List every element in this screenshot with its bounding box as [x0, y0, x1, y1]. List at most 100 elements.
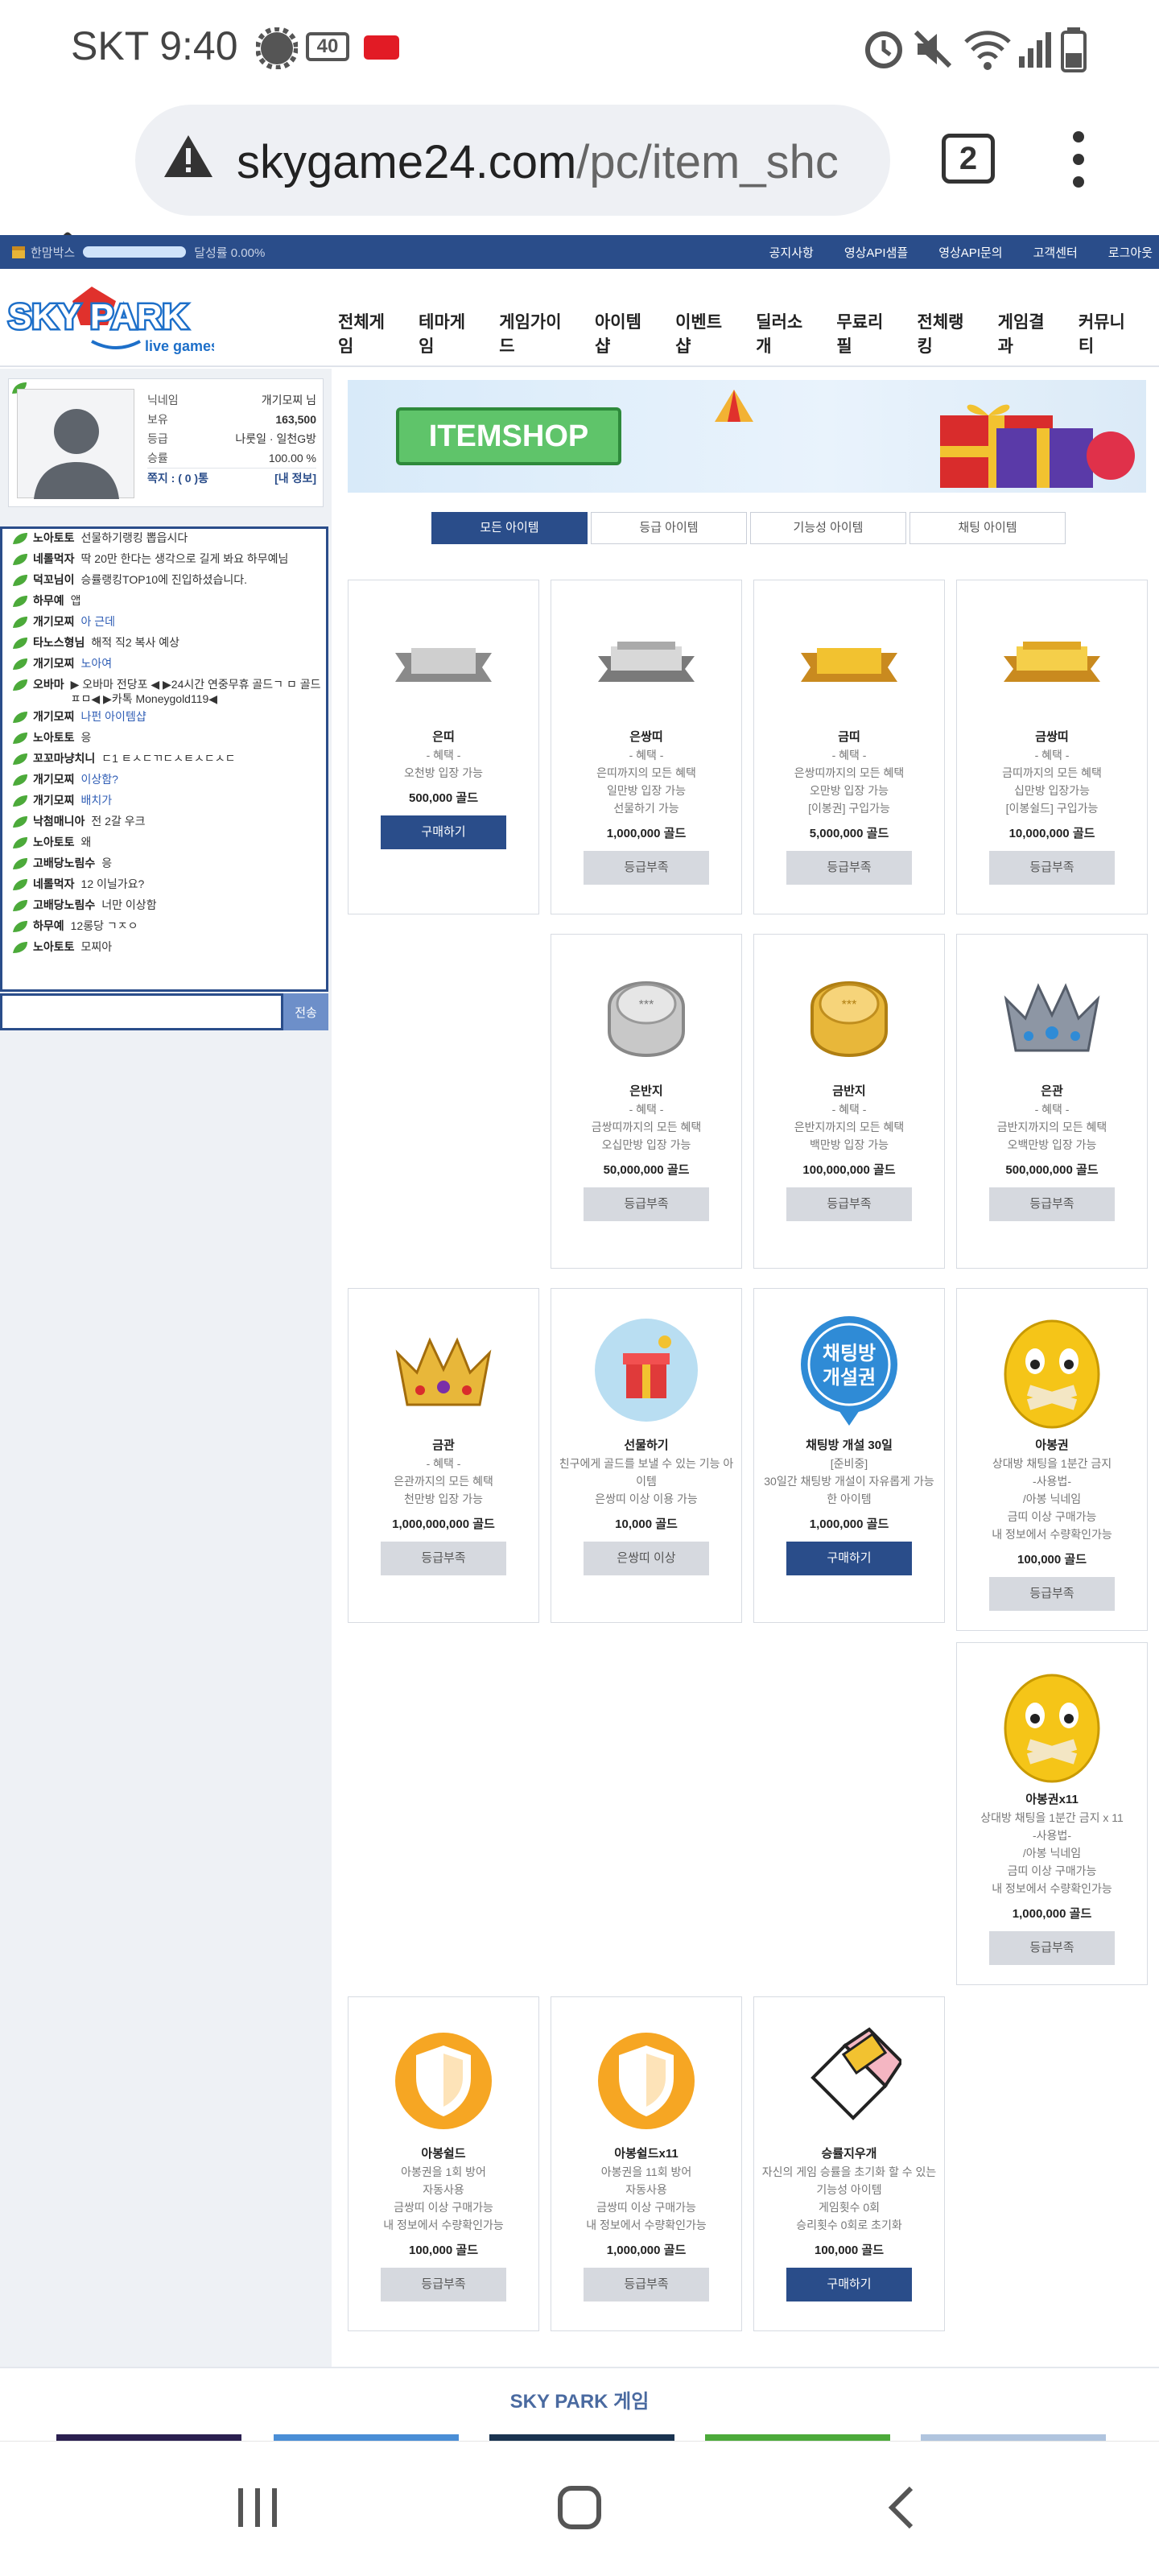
insufficient-grade-button[interactable]: 등급부족: [381, 1542, 506, 1575]
menu-community[interactable]: 커뮤니티: [1079, 309, 1138, 357]
item-price: 100,000 골드: [1017, 1553, 1087, 1567]
item-card: 아봉권x11 상대방 채팅을 1분간 금지 x 11 -사용법- /아봉 닉네임 …: [956, 1642, 1148, 1985]
chat-nickname[interactable]: 타노스형님: [33, 635, 85, 650]
item-card: *** 금반지 - 혜택 - 은반지까지의 모든 혜택 백만방 입장 가능 100,0…: [753, 934, 945, 1269]
item-price: 100,000 골드: [815, 2244, 884, 2257]
chat-nickname[interactable]: 네롤먹자: [33, 877, 75, 891]
profile-row-nickname: 닉네임 개기모찌 님: [147, 394, 316, 407]
shield-icon: [349, 1997, 538, 2140]
insufficient-grade-button[interactable]: 등급부족: [584, 1187, 709, 1221]
profile-info: 닉네임 개기모찌 님 보유 163,500 등급 나룻일 · 일천G방 승률 100.0…: [147, 390, 316, 487]
url-text[interactable]: skygame24.com/pc/item_shc: [237, 135, 837, 189]
insufficient-grade-button[interactable]: 등급부족: [381, 2268, 506, 2301]
insufficient-grade-button[interactable]: 등급부족: [786, 1187, 912, 1221]
chat-line: 꼬꼬마냥치니 ㄷ1 ㅌㅅㄷㄲㄷㅅㅌㅅㄷㅅㄷ: [2, 749, 326, 770]
insufficient-grade-button[interactable]: 등급부족: [989, 1577, 1115, 1611]
insufficient-grade-button[interactable]: 등급부족: [584, 851, 709, 885]
warning-icon[interactable]: [163, 132, 214, 180]
chat-line: 노아토토 모찌아: [2, 938, 326, 959]
home-button-icon[interactable]: [555, 2483, 604, 2532]
item-card: 아봉쉴드x11 아봉권을 11회 방어 자동사용 금쌍띠 이상 구매가능 내 정보…: [551, 1996, 742, 2331]
buy-button[interactable]: 구매하기: [381, 815, 506, 849]
chat-message: 해적 직2 복사 예상: [91, 636, 180, 649]
link-notice[interactable]: 공지사항: [769, 244, 814, 261]
chat-nickname[interactable]: 하무예: [33, 919, 64, 933]
insufficient-grade-button[interactable]: 등급부족: [989, 851, 1115, 885]
insufficient-grade-button[interactable]: 등급부족: [989, 1187, 1115, 1221]
item-description: 자신의 게임 승률을 초기화 할 수 있는 기능성 아이템 게임횟수 0회 승리…: [761, 2165, 937, 2231]
footer-section-title: SKY PARK 게임: [0, 2367, 1159, 2434]
game-thumbnail-strip[interactable]: [0, 2434, 1159, 2441]
chat-nickname[interactable]: 네롤먹자: [33, 551, 75, 566]
svg-text:개설권: 개설권: [823, 1367, 876, 1389]
recent-apps-icon[interactable]: [233, 2483, 282, 2532]
box-label[interactable]: 한맘박스: [31, 244, 75, 261]
link-logout[interactable]: 로그아웃: [1108, 244, 1153, 261]
gold-crown-icon: [349, 1289, 538, 1432]
menu-game-results[interactable]: 게임결과: [998, 309, 1058, 357]
chat-nickname[interactable]: 개기모찌: [33, 709, 75, 724]
item-price: 500,000,000 골드: [1005, 1163, 1099, 1177]
chat-input[interactable]: [0, 993, 283, 1030]
insufficient-grade-button[interactable]: 등급부족: [989, 1931, 1115, 1965]
mail-count[interactable]: 쪽지 : ( 0 )통: [147, 470, 208, 486]
chat-panel[interactable]: 노아토토 선물하기랭킹 뽑읍시다 네롤먹자 딱 20만 한다는 생각으로 길게 봐요 …: [0, 526, 328, 992]
chat-nickname[interactable]: 노아토토: [33, 730, 75, 745]
more-menu-icon[interactable]: [1062, 129, 1095, 190]
chat-nickname[interactable]: 꼬꼬마냥치니: [33, 751, 95, 766]
box-icon: [12, 246, 25, 258]
site-top-nav: 한맘박스 달성률 0.00% 공지사항 영상API샘플 영상API문의 고객센터…: [0, 235, 1159, 269]
insufficient-grade-button[interactable]: 등급부족: [786, 851, 912, 885]
link-video-sample[interactable]: 영상API샘플: [844, 244, 908, 261]
leaf-icon: [13, 837, 27, 848]
tab-all-items[interactable]: 모든 아이템: [431, 512, 588, 544]
item-name: 아봉권x11: [1025, 1793, 1079, 1806]
menu-game-guide[interactable]: 게임가이드: [499, 309, 574, 357]
chat-nickname[interactable]: 하무예: [33, 593, 64, 608]
item-card: 은관 - 혜택 - 금반지까지의 모든 혜택 오백만방 입장 가능 500,000,…: [956, 934, 1148, 1269]
buy-button[interactable]: 구매하기: [786, 2268, 912, 2301]
chat-nickname[interactable]: 오바마: [33, 677, 64, 691]
chat-line: 하무예 12롱당 ㄱㅈㅇ: [2, 917, 326, 938]
tab-grade-items[interactable]: 등급 아이템: [591, 512, 747, 544]
menu-ranking[interactable]: 전체랭킹: [918, 309, 977, 357]
insufficient-grade-button[interactable]: 등급부족: [584, 2268, 709, 2301]
insufficient-grade-button[interactable]: 은쌍띠 이상: [584, 1542, 709, 1575]
battery-saver-badge: 40: [306, 32, 349, 61]
back-icon[interactable]: [882, 2483, 922, 2532]
chat-nickname[interactable]: 노아토토: [33, 530, 75, 545]
menu-theme-games[interactable]: 테마게임: [419, 309, 478, 357]
chat-nickname[interactable]: 개기모찌: [33, 793, 75, 807]
silver-ribbon-icon: [349, 580, 538, 724]
tab-chat-items[interactable]: 채팅 아이템: [909, 512, 1066, 544]
chat-nickname[interactable]: 고배당노림수: [33, 856, 95, 870]
item-name: 은관: [1041, 1084, 1063, 1098]
profile-row-balance: 보유 163,500: [147, 413, 316, 426]
skypark-logo[interactable]: SKY PARK live games: [3, 279, 214, 359]
item-tabs: 모든 아이템 등급 아이템 기능성 아이템 채팅 아이템: [431, 512, 1066, 544]
menu-dealers[interactable]: 딜러소개: [756, 309, 815, 357]
chat-nickname[interactable]: 고배당노림수: [33, 898, 95, 912]
logo-subtext: live games: [145, 338, 214, 354]
menu-event-shop[interactable]: 이벤트샵: [675, 309, 735, 357]
chat-message: 나펀 아이템샵: [80, 710, 146, 723]
chat-nickname[interactable]: 노아토토: [33, 835, 75, 849]
menu-free-refill[interactable]: 무료리필: [836, 309, 896, 357]
menu-item-shop[interactable]: 아이템샵: [595, 309, 654, 357]
chat-nickname[interactable]: 노아토토: [33, 939, 75, 954]
smiley-tape-icon: [957, 1289, 1147, 1432]
chat-send-button[interactable]: 전송: [283, 993, 328, 1030]
my-info-link[interactable]: [내 정보]: [274, 470, 316, 486]
chat-nickname[interactable]: 개기모찌: [33, 772, 75, 786]
chat-nickname[interactable]: 낙첨매니아: [33, 814, 85, 828]
tab-switcher-button[interactable]: 2: [942, 134, 995, 184]
chat-nickname[interactable]: 개기모찌: [33, 656, 75, 671]
link-video-inquiry[interactable]: 영상API문의: [938, 244, 1002, 261]
menu-all-games[interactable]: 전체게임: [338, 309, 398, 357]
chat-nickname[interactable]: 덕꼬님이: [33, 572, 75, 587]
tab-function-items[interactable]: 기능성 아이템: [750, 512, 906, 544]
chat-nickname[interactable]: 개기모찌: [33, 614, 75, 629]
item-name: 선물하기: [624, 1439, 669, 1452]
link-support[interactable]: 고객센터: [1033, 244, 1078, 261]
buy-button[interactable]: 구매하기: [786, 1542, 912, 1575]
